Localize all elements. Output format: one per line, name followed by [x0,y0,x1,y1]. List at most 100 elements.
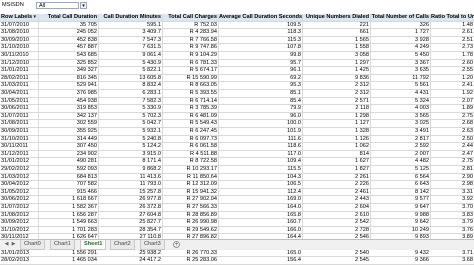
table-cell[interactable]: 2 571 [302,98,370,106]
table-cell[interactable]: 9 647 [370,204,430,212]
table-cell[interactable]: 1 727 [370,29,430,37]
table-cell[interactable]: 355 925 [38,128,98,136]
table-cell[interactable]: 11 793.0 [98,181,162,189]
table-cell[interactable]: 3.83 [430,212,474,220]
table-cell[interactable]: 7 582.3 [98,98,162,106]
add-sheet-icon[interactable]: + [173,241,180,248]
table-cell[interactable]: R 6 097.73 [162,136,218,144]
table-cell[interactable]: 9 642 [370,219,430,227]
table-cell[interactable]: 31/10/2012 [0,227,38,235]
table-cell[interactable]: 2.98 [430,181,474,189]
table-cell[interactable]: 30/11/2011 [0,143,38,151]
table-cell[interactable]: 117.0 [218,151,302,159]
table-cell[interactable]: 30/06/2012 [0,196,38,204]
table-cell[interactable]: 349 327 [38,67,98,75]
table-cell[interactable]: 165.8 [218,212,302,220]
table-cell[interactable]: R 8 663.05 [162,82,218,90]
table-cell[interactable]: 2.75 [430,158,474,166]
table-cell[interactable]: 5 450 [370,52,430,60]
table-cell[interactable]: 30/04/2012 [0,181,38,189]
table-cell[interactable]: 2.07 [430,98,474,106]
table-cell[interactable]: 4 249 [370,44,430,52]
table-cell[interactable]: R 6 781.33 [162,60,218,68]
table-cell[interactable]: 3 491 [370,128,430,136]
sheet-tab[interactable]: Chart1 [50,240,75,250]
table-cell[interactable]: 4 482 [370,158,430,166]
table-cell[interactable]: 454 938 [38,98,98,106]
table-cell[interactable]: 5 430.9 [98,60,162,68]
table-cell[interactable]: 1 558 [302,44,370,52]
table-cell[interactable]: 2 592 [370,143,430,151]
table-cell[interactable]: R 4 283.94 [162,29,218,37]
table-cell[interactable]: 3.76 [430,227,474,235]
table-cell[interactable]: R 4 511.88 [162,151,218,159]
table-cell[interactable]: R 26 770.33 [162,250,218,258]
table-cell[interactable]: 107.8 [218,44,302,52]
table-cell[interactable]: 1 062 [302,143,370,151]
table-cell[interactable]: 2 728 [302,227,370,235]
table-cell[interactable]: 314 449 [38,136,98,144]
table-cell[interactable]: 164.0 [218,204,302,212]
table-cell[interactable]: 5 330.9 [98,105,162,113]
table-cell[interactable]: R 6 481.09 [162,113,218,121]
table-cell[interactable]: 319 853 [38,105,98,113]
table-cell[interactable]: 3.79 [430,219,474,227]
table-cell[interactable]: R 26 990.98 [162,219,218,227]
table-cell[interactable]: 3 058 [302,52,370,60]
table-cell[interactable]: 490 281 [38,158,98,166]
table-cell[interactable]: 307 450 [38,143,98,151]
table-cell[interactable]: 31/01/2012 [0,158,38,166]
table-cell[interactable]: 457 887 [38,44,98,52]
table-cell[interactable]: 106.5 [218,181,302,189]
table-cell[interactable]: 30/11/2010 [0,52,38,60]
table-cell[interactable]: 115.5 [218,166,302,174]
table-cell[interactable]: 245 052 [38,29,98,37]
table-cell[interactable]: 1.89 [430,105,474,113]
table-cell[interactable]: 30/06/2011 [0,105,38,113]
table-cell[interactable]: R 5 549.43 [162,120,218,128]
table-cell[interactable]: 31/08/2012 [0,212,38,220]
table-cell[interactable]: 104.3 [218,174,302,182]
table-cell[interactable]: R 752.03 [162,22,218,30]
table-cell[interactable]: 31/10/2011 [0,136,38,144]
table-cell[interactable]: 592 093 [38,166,98,174]
table-cell[interactable]: R 5 674.17 [162,67,218,75]
sheet-tab[interactable]: Chart3 [140,240,165,250]
table-cell[interactable]: 2 118 [302,105,370,113]
table-cell[interactable]: 2.68 [430,120,474,128]
table-cell[interactable]: 169.0 [218,196,302,204]
table-cell[interactable]: 95.3 [218,82,302,90]
table-cell[interactable]: 325 852 [38,60,98,68]
table-cell[interactable]: 5 125 [370,166,430,174]
table-cell[interactable]: 1 127 [302,120,370,128]
table-cell[interactable]: 7 631.5 [98,44,162,52]
table-cell[interactable]: 1 656 287 [38,212,98,220]
table-cell[interactable]: 15 257.8 [98,189,162,197]
table-cell[interactable]: 6 283.1 [98,90,162,98]
table-cell[interactable]: 2 545 [302,257,370,265]
table-cell[interactable]: 118.6 [218,143,302,151]
filter-value[interactable]: All [36,2,79,9]
table-cell[interactable]: 96.1 [218,67,302,75]
table-cell[interactable]: 30/09/2011 [0,128,38,136]
table-cell[interactable]: 2 443 [302,196,370,204]
table-cell[interactable]: 1.48 [430,22,474,30]
table-cell[interactable]: 2.44 [430,143,474,151]
table-cell[interactable]: 2.63 [430,128,474,136]
column-header[interactable]: Row Labels ▾ [0,14,38,22]
table-cell[interactable]: R 15 590.99 [162,75,218,83]
column-header[interactable]: Total Number of Calls [370,14,430,22]
table-cell[interactable]: 69.2 [218,75,302,83]
table-cell[interactable]: 156.4 [218,257,302,265]
table-cell[interactable]: 1 701 283 [38,227,98,235]
table-cell[interactable]: 30/09/2010 [0,37,38,45]
table-cell[interactable]: 165.0 [218,250,302,258]
table-cell[interactable]: 3.68 [430,257,474,265]
table-cell[interactable]: R 3 785.39 [162,105,218,113]
table-cell[interactable]: 31/08/2010 [0,29,38,37]
table-cell[interactable]: 1 297 [302,60,370,68]
table-cell[interactable]: 234 902 [38,151,98,159]
table-cell[interactable]: 7 547.3 [98,37,162,45]
table-cell[interactable]: 595.1 [98,22,162,30]
table-cell[interactable]: 3.70 [430,204,474,212]
